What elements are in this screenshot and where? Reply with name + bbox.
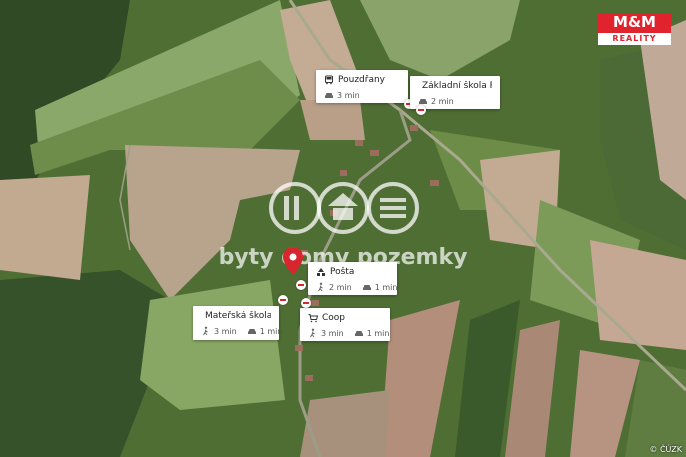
shop-cart-icon [308,314,318,323]
poi-connector [416,105,426,115]
poi-connector [301,298,311,308]
poi-name: Mateřská škola P... [205,311,271,321]
poi-connector [296,280,306,290]
brand-logo-subtext: REALITY [598,33,671,45]
brand-logo: M&M REALITY [598,13,671,47]
poi-name: Coop [322,313,346,323]
poi-card-coop[interactable]: Coop 3 min 1 min [300,308,390,341]
poi-card-posta[interactable]: Pošta 2 min 1 min [308,262,397,295]
poi-card-pouzdrany[interactable]: Pouzdřany 3 min [316,70,408,103]
walk-icon [318,282,323,292]
poi-name: Pouzdřany [338,75,385,85]
bus-icon [325,75,333,85]
walk-icon [203,326,208,336]
poi-name: Základní škola Po... [422,81,492,91]
poi-walk-time: 3 min [214,326,237,336]
satellite-map[interactable] [0,0,686,457]
map-view[interactable]: byty domy pozemky M&M REALITY Pouzdřany … [0,0,686,457]
post-office-icon [317,268,325,276]
car-icon [362,285,371,290]
location-pin-icon[interactable] [283,247,303,275]
poi-drive-time: 1 min [374,282,398,292]
car-icon [325,93,333,98]
car-icon [354,331,363,336]
poi-drive-time: 2 min [431,96,454,106]
poi-drive-time: 1 min [366,328,390,338]
poi-card-zakladni-skola[interactable]: Základní škola Po... 2 min [410,76,500,109]
car-icon [247,329,256,334]
poi-walk-time: 2 min [329,282,352,292]
poi-connector [278,295,288,305]
poi-drive-time: 1 min [259,326,283,336]
map-attribution: © ČÚZK [649,445,682,454]
poi-card-materska-skola[interactable]: Mateřská škola P... 3 min 1 min [193,306,282,340]
poi-walk-time: 3 min [321,328,344,338]
walk-icon [310,328,315,338]
poi-name: Pošta [330,267,355,277]
brand-logo-text: M&M [598,13,671,33]
poi-drive-time: 3 min [337,90,360,100]
